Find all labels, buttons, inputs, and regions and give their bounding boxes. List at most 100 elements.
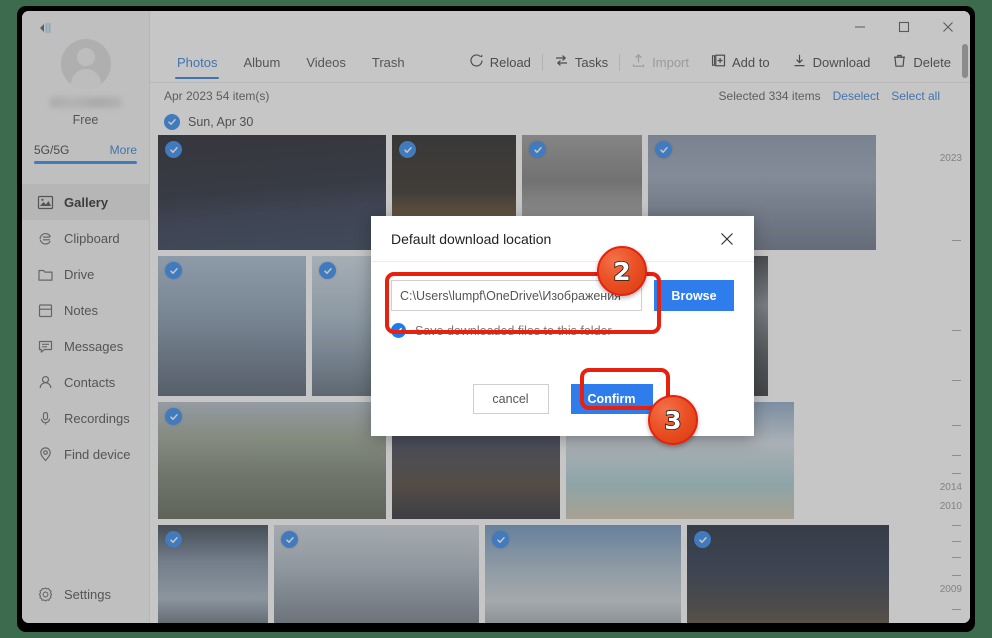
photo-thumbnail[interactable] [485, 525, 681, 623]
close-icon[interactable] [926, 11, 970, 42]
sidebar-item-settings[interactable]: Settings [22, 579, 149, 609]
import-icon [631, 53, 646, 71]
selected-count-label: Selected 334 items [719, 89, 821, 103]
photo-selected-checkbox[interactable] [694, 531, 711, 548]
sidebar-item-find-device[interactable]: Find device [22, 436, 149, 472]
photo-selected-checkbox[interactable] [529, 141, 546, 158]
selection-bar: Apr 2023 54 item(s) Selected 334 items D… [150, 83, 970, 109]
sidebar-item-messages[interactable]: Messages [22, 328, 149, 364]
clipboard-icon [36, 229, 54, 247]
save-option-checkbox[interactable] [391, 323, 406, 338]
storage-more-link[interactable]: More [110, 143, 137, 157]
scrubber-tick [952, 425, 961, 426]
dialog-header: Default download location [371, 216, 754, 262]
select-all-link[interactable]: Select all [891, 89, 940, 103]
download-icon [792, 53, 807, 71]
sidebar-item-label: Notes [64, 303, 98, 318]
photo-thumbnail[interactable] [687, 525, 889, 623]
photo-thumbnail[interactable] [158, 402, 386, 519]
scrollbar-thumb[interactable] [962, 44, 968, 78]
save-option-row[interactable]: Save downloaded files to this folder [391, 323, 734, 338]
sidebar-item-label: Messages [64, 339, 123, 354]
scrubber-tick [952, 609, 961, 610]
sidebar-item-contacts[interactable]: Contacts [22, 364, 149, 400]
sidebar-item-label: Contacts [64, 375, 115, 390]
sidebar-item-notes[interactable]: Notes [22, 292, 149, 328]
dialog-actions: cancel Confirm [371, 384, 754, 414]
group-checkbox[interactable] [164, 114, 180, 130]
photo-thumbnail[interactable] [158, 135, 386, 250]
scrubber-tick [952, 525, 961, 526]
sidebar-item-drive[interactable]: Drive [22, 256, 149, 292]
browse-button[interactable]: Browse [654, 280, 734, 311]
sidebar-item-label: Gallery [64, 195, 108, 210]
account-plan-label: Free [22, 113, 149, 127]
sidebar-item-gallery[interactable]: Gallery [22, 184, 149, 220]
scrubber-tick [952, 541, 961, 542]
sidebar-item-label: Settings [64, 587, 111, 602]
photo-selected-checkbox[interactable] [492, 531, 509, 548]
avatar [61, 39, 111, 89]
reload-button[interactable]: Reload [458, 42, 542, 82]
tab-label: Videos [306, 55, 346, 70]
dialog-body: Browse Save downloaded files to this fol… [371, 262, 754, 338]
photo-thumbnail[interactable] [158, 525, 268, 623]
storage-usage-label: 5G/5G [34, 143, 69, 157]
add-to-button[interactable]: Add to [700, 42, 781, 82]
tab-trash[interactable]: Trash [359, 42, 418, 82]
tab-videos[interactable]: Videos [293, 42, 359, 82]
dialog-title: Default download location [391, 231, 551, 247]
vertical-scrollbar[interactable] [961, 44, 969, 622]
tool-label: Add to [732, 55, 770, 70]
scrubber-tick [952, 380, 961, 381]
confirm-button[interactable]: Confirm [571, 384, 653, 414]
photo-selected-checkbox[interactable] [165, 262, 182, 279]
collapse-panel-icon[interactable] [30, 17, 56, 39]
message-icon [36, 337, 54, 355]
photo-selected-checkbox[interactable] [165, 531, 182, 548]
microphone-icon [36, 409, 54, 427]
year-scrubber[interactable]: 2023 2014 2010 2009 [934, 135, 964, 623]
person-icon [36, 373, 54, 391]
import-button[interactable]: Import [620, 42, 700, 82]
photo-selected-checkbox[interactable] [655, 141, 672, 158]
photo-thumbnail[interactable] [274, 525, 479, 623]
sidebar: Free 5G/5G More Gallery [22, 11, 150, 623]
sidebar-item-label: Clipboard [64, 231, 120, 246]
trash-icon [892, 53, 907, 71]
tasks-icon [554, 53, 569, 71]
delete-button[interactable]: Delete [881, 42, 962, 82]
scrubber-tick [952, 557, 961, 558]
minimize-icon[interactable] [838, 11, 882, 42]
sidebar-item-clipboard[interactable]: Clipboard [22, 220, 149, 256]
sidebar-item-recordings[interactable]: Recordings [22, 400, 149, 436]
photo-selected-checkbox[interactable] [399, 141, 416, 158]
sidebar-item-label: Recordings [64, 411, 130, 426]
tasks-button[interactable]: Tasks [543, 42, 619, 82]
gear-icon [36, 585, 54, 603]
scrubber-tick [952, 575, 961, 576]
sidebar-item-label: Drive [64, 267, 94, 282]
cancel-button[interactable]: cancel [473, 384, 549, 414]
deselect-link[interactable]: Deselect [833, 89, 880, 103]
tab-album[interactable]: Album [230, 42, 293, 82]
photo-selected-checkbox[interactable] [165, 408, 182, 425]
download-button[interactable]: Download [781, 42, 882, 82]
photo-selected-checkbox[interactable] [281, 531, 298, 548]
photo-thumbnail[interactable] [158, 256, 306, 396]
tab-photos[interactable]: Photos [164, 42, 230, 82]
save-option-label: Save downloaded files to this folder [415, 324, 612, 338]
tab-label: Album [243, 55, 280, 70]
annotation-badge-3: 3 [648, 395, 698, 445]
annotation-badge-number: 3 [664, 408, 681, 433]
close-icon[interactable] [712, 224, 742, 254]
maximize-icon[interactable] [882, 11, 926, 42]
storage-meter: 5G/5G More [34, 143, 137, 164]
tab-label: Photos [177, 55, 217, 70]
scrubber-year-label: 2014 [940, 482, 962, 493]
toolbar: Photos Album Videos Trash Reload [150, 42, 970, 83]
tool-label: Tasks [575, 55, 608, 70]
photo-selected-checkbox[interactable] [165, 141, 182, 158]
photo-selected-checkbox[interactable] [319, 262, 336, 279]
reload-icon [469, 53, 484, 71]
